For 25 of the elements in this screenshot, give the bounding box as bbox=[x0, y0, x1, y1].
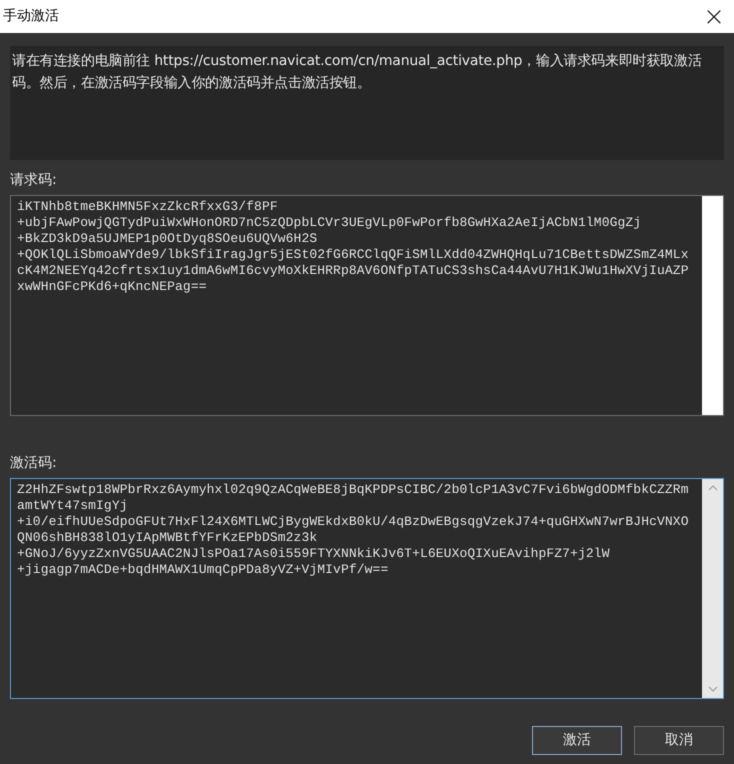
code-line: +BkZD3kD9a5UJMEP1p0OtDyq8SOeu6UQVw6H2S bbox=[17, 231, 318, 247]
code-line: amtWYt47smIgYj bbox=[17, 498, 128, 514]
dialog-button[interactable]: 激活 bbox=[532, 726, 622, 755]
window-title: 手动激活 bbox=[3, 7, 59, 26]
description-text: 请在有连接的电脑前往 https://customer.navicat.com/cn/manual_activate.php，输入请求码来即时获取激活码。然后，在激活码字段输入你的激活码并点击激活按钮。 bbox=[12, 52, 703, 93]
activation-code-field[interactable] bbox=[10, 478, 724, 699]
dialog-button[interactable]: 取消 bbox=[634, 726, 724, 755]
scrollbar[interactable] bbox=[702, 479, 723, 698]
close-button[interactable]: × bbox=[694, 0, 734, 33]
scrollbar[interactable] bbox=[702, 196, 723, 415]
code-line: xwWHnGFcPKd6+qKncNEPag== bbox=[17, 279, 207, 295]
activation-code-label: 激活码: bbox=[10, 454, 57, 473]
scroll-up-icon[interactable] bbox=[708, 485, 718, 491]
request-code-field[interactable] bbox=[10, 195, 724, 416]
code-line: +ubjFAwPowjQGTydPuiWxWHonORD7nC5zQDpbLCVr3UEgVLp0FwPorfb8GwHXa2AeIjACbN1lM0GgZj bbox=[17, 215, 642, 231]
code-line: +jigagp7mACDe+bqdHMAWX1UmqCpPDa8yVZ+VjMIvPf/w== bbox=[17, 562, 388, 578]
code-line: +GNoJ/6yyzZxnVG5UAAC2NJlsPOa17As0i559FTYXNNkiKJv6T+L6EUXoQIXuEAvihpFZ7+j2lW bbox=[17, 546, 610, 562]
request-code-label: 请求码: bbox=[10, 171, 57, 190]
code-line: Z2HhZFswtp18WPbrRxz6Aymyhxl02q9QzACqWeBE8jBqKPDPsCIBC/2b0lcP1A3vC7Fvi6bWgdODMfbkCZZRm bbox=[17, 482, 689, 498]
scroll-down-icon[interactable] bbox=[708, 686, 718, 692]
code-line: +QOKlQLiSbmoaWYde9/lbkSfiIragJgr5jESt02fG6RCClqQFiSMlLXdd04ZWHQHqLu71CBettsDWZSmZ4MLx bbox=[17, 247, 689, 263]
code-line: +i0/eifhUUeSdpoGFUt7HxFl24X6MTLWCjBygWEkdxB0kU/4qBzDwEBgsqgVzekJ74+quGHXwN7wrBJHcVNXO bbox=[17, 514, 689, 530]
code-line: QN06shBH838lO1yIApMWBtfYFrKzEPbDSm2z3k bbox=[17, 530, 318, 546]
code-line: iKTNhb8tmeBKHMN5FxzZkcRfxxG3/f8PF bbox=[17, 199, 278, 215]
code-line: cK4M2NEEYq42cfrtsx1uy1dmA6wMI6cvyMoXkEHRRp8AV6ONfpTATuCS3shsCa44AvU7H1KJWu1HwXVjIuAZP bbox=[17, 263, 689, 279]
